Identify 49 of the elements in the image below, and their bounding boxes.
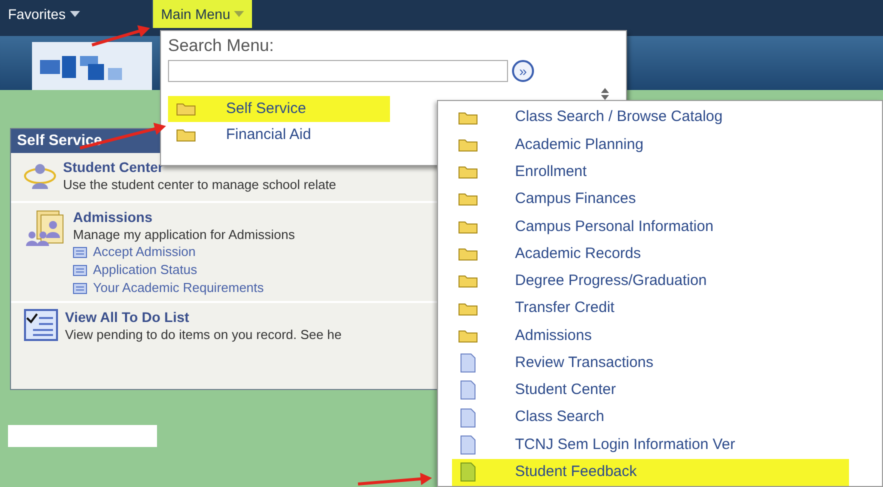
search-button[interactable]: » [512, 60, 534, 82]
submenu-item[interactable]: Review Transactions [452, 350, 849, 377]
folder-icon [458, 328, 478, 343]
pagelet-description: View pending to do items on you record. See he [65, 326, 342, 343]
folder-icon [176, 128, 196, 142]
submenu-item[interactable]: Transfer Credit [452, 294, 849, 322]
caret-icon [234, 11, 244, 17]
submenu-item[interactable]: TCNJ Sem Login Information Ver [452, 431, 849, 459]
list-icon [73, 264, 87, 276]
page-icon [460, 380, 476, 400]
pagelet-sublink[interactable]: Your Academic Requirements [93, 279, 264, 297]
list-icon [73, 246, 87, 258]
page-icon [460, 353, 476, 374]
folder-icon [458, 138, 478, 152]
folder-icon [458, 302, 478, 316]
search-field[interactable] [168, 60, 508, 82]
submenu-item[interactable]: Academic Planning [452, 131, 849, 159]
folder-icon [458, 220, 478, 234]
submenu-item[interactable]: Class Search / Browse Catalog [452, 104, 849, 132]
menu-item[interactable]: Self Service [168, 96, 390, 122]
submenu-item[interactable]: Student Center [452, 376, 849, 404]
folder-icon [458, 274, 478, 288]
search-label: Search Menu: [168, 35, 275, 57]
sort-icon [600, 88, 610, 100]
page-icon [460, 462, 476, 482]
caret-icon [70, 11, 80, 17]
checklist-icon [23, 309, 59, 341]
submenu-item[interactable]: Degree Progress/Graduation [452, 268, 849, 295]
pagelet-description: Use the student center to manage school relate [63, 176, 336, 193]
list-icon [73, 282, 87, 294]
folder-icon [458, 192, 478, 206]
submenu-item[interactable]: Campus Personal Information [452, 213, 849, 240]
pagelet-description: Manage my application for Admissions [73, 226, 295, 243]
submenu-item[interactable]: Enrollment [452, 158, 849, 186]
page-icon [460, 408, 476, 428]
folder-icon [458, 247, 478, 262]
pagelet-link[interactable]: View All To Do List [65, 309, 342, 326]
folder-icon [458, 110, 478, 125]
submenu-item[interactable]: Class Search [452, 404, 849, 432]
menu-tab[interactable]: Main Menu [153, 0, 252, 28]
submenu-item[interactable]: Campus Finances [452, 186, 849, 214]
submenu-item[interactable]: Academic Records [452, 240, 849, 268]
pagelet-link[interactable]: Admissions [73, 209, 295, 226]
pagelet-sublink[interactable]: Application Status [93, 261, 198, 279]
submenu-item[interactable]: Admissions [452, 322, 849, 350]
submenu-item[interactable]: Student Feedback [452, 458, 849, 486]
pagelet-sublink[interactable]: Accept Admission [93, 243, 196, 261]
page-icon [460, 435, 476, 456]
folder-icon [176, 102, 196, 116]
